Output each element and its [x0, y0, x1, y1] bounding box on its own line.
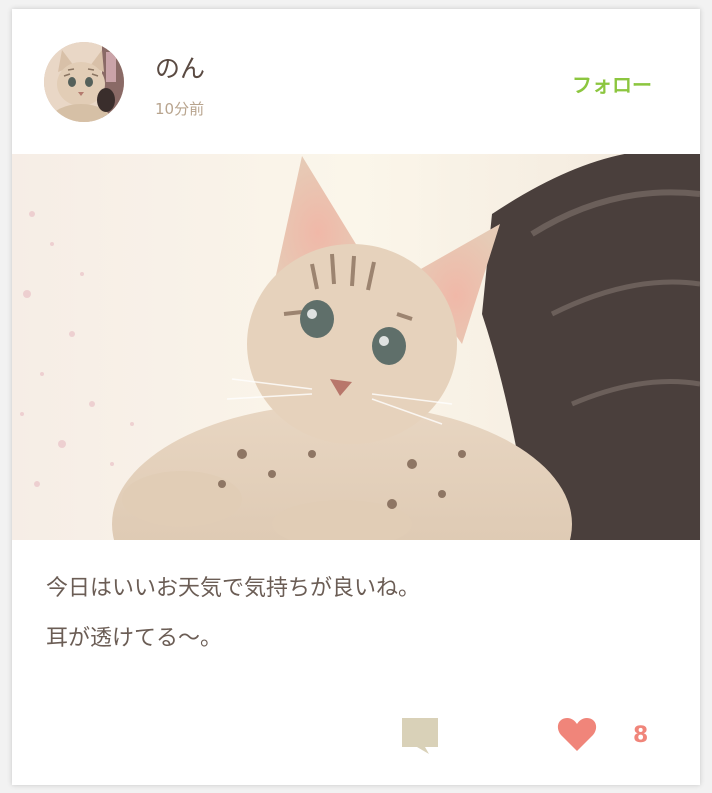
heart-icon [557, 718, 597, 751]
comment-button[interactable] [401, 717, 439, 755]
username[interactable]: のん [155, 49, 205, 85]
kitten-photo [12, 154, 700, 540]
post-card: のん 10分前 フォロー 今日はいいお天気で気持ちが良いね。 耳が透けてる〜。 … [12, 9, 700, 785]
comment-icon [402, 718, 438, 754]
post-header: のん 10分前 フォロー [12, 9, 700, 154]
like-button[interactable] [557, 716, 597, 752]
like-count: 8 [633, 723, 649, 748]
post-caption: 今日はいいお天気で気持ちが良いね。 耳が透けてる〜。 [46, 564, 670, 664]
post-photo[interactable] [12, 154, 700, 540]
post-time: 10分前 [155, 100, 205, 118]
avatar-image [44, 42, 124, 122]
follow-button[interactable]: フォロー [572, 69, 652, 98]
caption-line: 今日はいいお天気で気持ちが良いね。 [46, 576, 421, 601]
avatar[interactable] [44, 42, 124, 122]
caption-line: 耳が透けてる〜。 [46, 626, 223, 651]
